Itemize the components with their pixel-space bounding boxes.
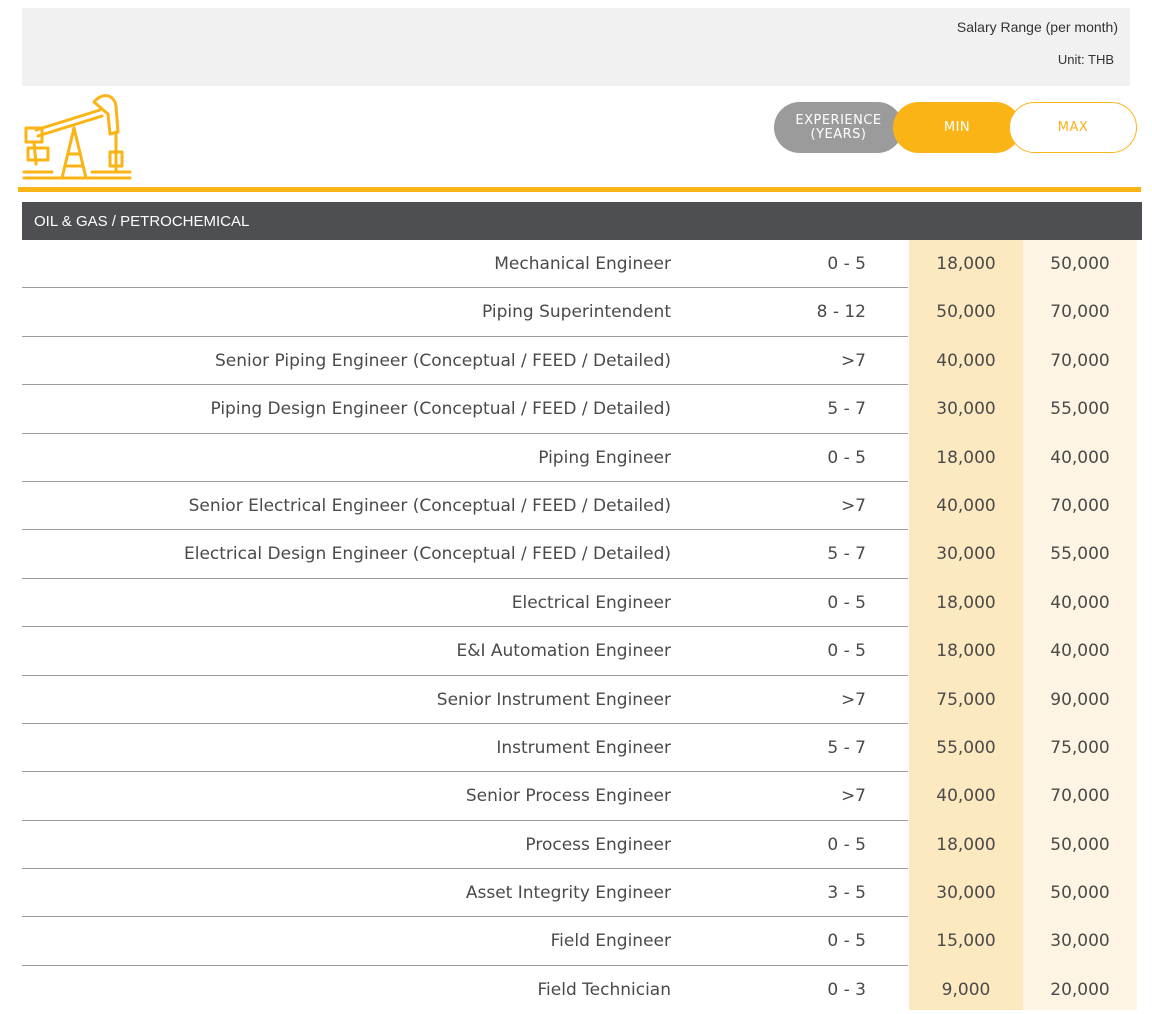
max-salary-cell: 40,000	[1050, 641, 1110, 662]
max-salary-cell: 70,000	[1050, 786, 1110, 807]
max-column-header: MAX	[1009, 102, 1137, 153]
max-salary-cell: 50,000	[1050, 254, 1110, 274]
max-salary-cell: 70,000	[1050, 350, 1110, 371]
min-salary-cell: 75,000	[936, 689, 996, 710]
min-salary-cell: 18,000	[936, 447, 996, 468]
max-salary-cell: 40,000	[1050, 592, 1110, 613]
max-salary-cell: 20,000	[1050, 979, 1110, 1000]
unit-label: Unit: THB	[1057, 52, 1114, 67]
salary-table: Mechanical Engineer 0 - 5 18,000 50,000 Pipi…	[22, 240, 1142, 1014]
job-title-cell: Field Technician	[537, 979, 671, 1000]
min-salary-cell: 18,000	[936, 641, 996, 662]
min-salary-cell: 30,000	[936, 399, 996, 420]
table-row: Mechanical Engineer 0 - 5 18,000 50,000	[22, 240, 1142, 289]
max-salary-cell: 55,000	[1050, 544, 1110, 565]
min-salary-cell: 55,000	[936, 737, 996, 758]
experience-column-header: EXPERIENCE (YEARS)	[774, 102, 903, 153]
experience-cell: 0 - 5	[827, 254, 866, 274]
max-salary-cell: 30,000	[1050, 931, 1110, 952]
min-salary-cell: 30,000	[936, 544, 996, 565]
experience-cell: 5 - 7	[827, 737, 866, 758]
table-row: Piping Design Engineer (Conceptual / FEE…	[22, 385, 1142, 434]
min-salary-cell: 30,000	[936, 883, 996, 904]
table-row: Senior Instrument Engineer >7 75,000 90,000	[22, 676, 1142, 724]
max-salary-cell: 70,000	[1050, 302, 1110, 323]
experience-cell: 8 - 12	[816, 302, 866, 323]
job-title-cell: Instrument Engineer	[496, 737, 671, 758]
experience-cell: 0 - 5	[827, 447, 866, 468]
table-row: Field Technician 0 - 3 9,000 20,000	[22, 966, 1142, 1014]
max-salary-cell: 55,000	[1050, 399, 1110, 420]
experience-cell: 0 - 5	[827, 592, 866, 613]
job-title-cell: Piping Engineer	[538, 447, 671, 468]
table-row: Senior Process Engineer >7 40,000 70,000	[22, 772, 1142, 821]
table-row: E&I Automation Engineer 0 - 5 18,000 40,000	[22, 627, 1142, 676]
salary-header-bar: Salary Range (per month) Unit: THB	[22, 8, 1130, 86]
experience-cell: 5 - 7	[827, 544, 866, 565]
max-salary-cell: 70,000	[1050, 495, 1110, 516]
job-title-cell: Mechanical Engineer	[494, 254, 671, 274]
max-salary-cell: 90,000	[1050, 689, 1110, 710]
min-salary-cell: 9,000	[941, 979, 991, 1000]
experience-cell: 5 - 7	[827, 399, 866, 420]
table-row: Piping Engineer 0 - 5 18,000 40,000	[22, 434, 1142, 482]
job-title-cell: Process Engineer	[525, 834, 671, 855]
job-title-cell: Piping Superintendent	[482, 302, 671, 323]
section-title: OIL & GAS / PETROCHEMICAL	[22, 202, 1142, 240]
table-row: Senior Piping Engineer (Conceptual / FEE…	[22, 337, 1142, 386]
job-title-cell: Piping Design Engineer (Conceptual / FEE…	[210, 399, 671, 420]
section-divider	[18, 187, 1141, 192]
max-salary-cell: 75,000	[1050, 737, 1110, 758]
min-salary-cell: 18,000	[936, 254, 996, 274]
table-row: Senior Electrical Engineer (Conceptual /…	[22, 482, 1142, 531]
min-salary-cell: 18,000	[936, 834, 996, 855]
job-title-cell: Electrical Engineer	[511, 592, 671, 613]
max-salary-cell: 50,000	[1050, 883, 1110, 904]
min-salary-cell: 18,000	[936, 592, 996, 613]
job-title-cell: Field Engineer	[550, 931, 671, 952]
table-row: Electrical Engineer 0 - 5 18,000 40,000	[22, 579, 1142, 628]
experience-cell: 0 - 5	[827, 641, 866, 662]
min-salary-cell: 40,000	[936, 495, 996, 516]
experience-cell: >7	[840, 689, 866, 710]
experience-cell: 3 - 5	[827, 883, 866, 904]
max-salary-cell: 50,000	[1050, 834, 1110, 855]
job-title-cell: Asset Integrity Engineer	[465, 883, 671, 904]
min-column-header: MIN	[893, 102, 1021, 153]
min-salary-cell: 40,000	[936, 350, 996, 371]
experience-cell: >7	[840, 786, 866, 807]
max-salary-cell: 40,000	[1050, 447, 1110, 468]
experience-cell: >7	[840, 350, 866, 371]
salary-range-label: Salary Range (per month)	[956, 19, 1118, 35]
job-title-cell: Senior Process Engineer	[465, 786, 671, 807]
min-salary-cell: 50,000	[936, 302, 996, 323]
min-salary-cell: 40,000	[936, 786, 996, 807]
experience-cell: 0 - 5	[827, 834, 866, 855]
table-row: Field Engineer 0 - 5 15,000 30,000	[22, 917, 1142, 966]
oil-pump-jack-icon	[22, 92, 132, 184]
job-title-cell: Senior Electrical Engineer (Conceptual /…	[188, 495, 671, 516]
experience-cell: >7	[840, 495, 866, 516]
experience-cell: 0 - 5	[827, 931, 866, 952]
table-row: Process Engineer 0 - 5 18,000 50,000	[22, 821, 1142, 870]
job-title-cell: Senior Piping Engineer (Conceptual / FEE…	[215, 350, 671, 371]
table-row: Piping Superintendent 8 - 12 50,000 70,000	[22, 288, 1142, 337]
experience-cell: 0 - 3	[827, 979, 866, 1000]
job-title-cell: Senior Instrument Engineer	[436, 689, 671, 710]
job-title-cell: Electrical Design Engineer (Conceptual /…	[184, 544, 671, 565]
job-title-cell: E&I Automation Engineer	[456, 641, 671, 662]
table-row: Electrical Design Engineer (Conceptual /…	[22, 530, 1142, 579]
min-salary-cell: 15,000	[936, 931, 996, 952]
table-row: Instrument Engineer 5 - 7 55,000 75,000	[22, 724, 1142, 773]
table-row: Asset Integrity Engineer 3 - 5 30,000 50,00…	[22, 869, 1142, 918]
